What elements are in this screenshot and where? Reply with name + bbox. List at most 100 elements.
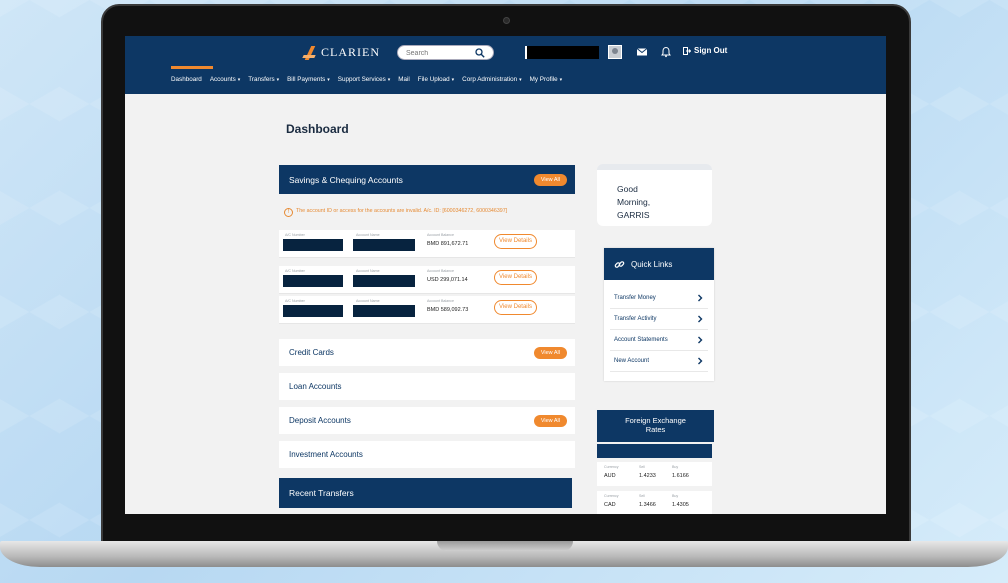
mail-icon[interactable]	[636, 46, 648, 58]
account-name-redacted	[353, 275, 415, 287]
deposit-accounts-card[interactable]: Deposit Accounts View All	[279, 407, 575, 434]
fx-buy-label: Buy	[672, 494, 679, 498]
fx-buy-label: Buy	[672, 465, 679, 469]
nav-active-indicator	[171, 66, 213, 69]
fx-rates-header: Foreign Exchange Rates	[597, 410, 714, 442]
chevron-right-icon	[698, 294, 703, 302]
page-title: Dashboard	[286, 122, 349, 136]
clarien-logo[interactable]: CLARIEN	[302, 45, 380, 60]
avatar[interactable]	[608, 45, 622, 59]
account-name-label: Account Name	[356, 299, 380, 303]
search-input[interactable]	[406, 48, 470, 58]
nav-transfers[interactable]: Transfers ▾	[248, 76, 279, 90]
greeting-text: Good Morning, GARRIS	[617, 183, 687, 222]
credit-cards-label: Credit Cards	[289, 348, 334, 357]
account-row: A/C Number Account Name Account Balance …	[279, 266, 575, 294]
view-details-button[interactable]: View Details	[494, 270, 537, 285]
account-balance-label: Account Balance	[427, 269, 454, 273]
fx-row: Currency Sell Buy CAD 1.3466 1.4305	[597, 491, 712, 514]
loan-accounts-label: Loan Accounts	[289, 382, 342, 391]
logo-text: CLARIEN	[321, 45, 380, 59]
sign-out-button[interactable]: Sign Out	[683, 46, 727, 55]
caret-down-icon: ▾	[276, 77, 280, 83]
greeting-line: Good	[617, 184, 638, 194]
credit-cards-view-all-button[interactable]: View All	[533, 346, 567, 359]
user-name-redacted	[525, 46, 599, 59]
quick-link-account-statements[interactable]: Account Statements	[610, 330, 708, 351]
ac-number-redacted	[283, 275, 343, 287]
account-name-redacted	[353, 239, 415, 251]
quick-link-label: Account Statements	[614, 337, 668, 343]
ac-number-label: A/C Number	[285, 299, 305, 303]
caret-down-icon: ▾	[327, 77, 330, 83]
ac-number-redacted	[283, 239, 343, 251]
investment-accounts-label: Investment Accounts	[289, 450, 363, 459]
nav-corp-administration[interactable]: Corp Administration ▾	[462, 76, 521, 90]
savings-accounts-title: Savings & Chequing Accounts	[289, 174, 403, 185]
quick-link-new-account[interactable]: New Account	[610, 351, 708, 372]
search-box[interactable]	[397, 45, 494, 60]
caret-down-icon: ▾	[559, 77, 563, 83]
laptop-notch	[437, 541, 573, 551]
app-screen: CLARIEN Sign Out	[125, 36, 886, 514]
fx-subheader	[597, 444, 712, 458]
quick-links-title: Quick Links	[631, 259, 673, 269]
ac-number-label: A/C Number	[285, 233, 305, 237]
account-balance: BMD 891,672.71	[427, 241, 469, 247]
nav-bill-payments[interactable]: Bill Payments ▾	[287, 76, 330, 90]
warning-text: The account ID or access for the account…	[296, 208, 508, 214]
investment-accounts-card[interactable]: Investment Accounts	[279, 441, 575, 468]
nav-my-profile[interactable]: My Profile ▾	[530, 76, 563, 90]
view-details-button[interactable]: View Details	[494, 234, 537, 249]
fx-sell-label: Sell	[639, 465, 645, 469]
ac-number-label: A/C Number	[285, 269, 305, 273]
chevron-right-icon	[698, 336, 703, 344]
main-nav: Dashboard Accounts ▾ Transfers ▾ Bill Paym…	[125, 76, 886, 90]
ac-number-redacted	[283, 305, 343, 317]
account-name-label: Account Name	[356, 269, 380, 273]
fx-sell-rate: 1.3466	[639, 502, 656, 508]
account-name-redacted	[353, 305, 415, 317]
deposit-view-all-button[interactable]: View All	[533, 414, 567, 427]
sign-out-icon	[683, 46, 691, 55]
caret-down-icon: ▾	[451, 77, 455, 83]
recent-transfers-header: Recent Transfers	[279, 478, 572, 508]
nav-support-services[interactable]: Support Services ▾	[338, 76, 390, 90]
fx-currency: AUD	[604, 473, 616, 479]
account-balance: BMD 589,092.73	[427, 307, 469, 313]
quick-link-transfer-money[interactable]: Transfer Money	[610, 288, 708, 309]
savings-view-all-button[interactable]: View All	[533, 173, 567, 186]
greeting-user-name: GARRIS	[617, 210, 650, 220]
chevron-right-icon	[698, 315, 703, 323]
warning-icon: !	[284, 208, 293, 217]
nav-accounts[interactable]: Accounts ▾	[210, 76, 240, 90]
webcam	[503, 17, 510, 24]
fx-buy-rate: 1.4305	[672, 502, 689, 508]
quick-links-header: Quick Links	[604, 248, 714, 280]
nav-mail[interactable]: Mail	[398, 76, 410, 90]
account-row: A/C Number Account Name Account Balance …	[279, 230, 575, 258]
search-icon[interactable]	[475, 48, 485, 58]
quick-link-transfer-activity[interactable]: Transfer Activity	[610, 309, 708, 330]
view-details-button[interactable]: View Details	[494, 300, 537, 315]
bell-icon[interactable]	[660, 46, 672, 58]
loan-accounts-card[interactable]: Loan Accounts	[279, 373, 575, 400]
nav-dashboard[interactable]: Dashboard	[171, 76, 202, 90]
credit-cards-card[interactable]: Credit Cards View All	[279, 339, 575, 366]
quick-links-panel: Quick Links Transfer Money Transfer Acti…	[604, 248, 714, 381]
deposit-accounts-label: Deposit Accounts	[289, 416, 351, 425]
caret-down-icon: ▾	[237, 77, 241, 83]
fx-row: Currency Sell Buy AUD 1.4233 1.6166	[597, 462, 712, 486]
fx-title-line: Foreign Exchange	[625, 416, 686, 425]
fx-currency: CAD	[604, 502, 616, 508]
fx-sell-rate: 1.4233	[639, 473, 656, 479]
greeting-card: Good Morning, GARRIS	[597, 164, 712, 226]
fx-title-line: Rates	[645, 425, 666, 434]
account-balance-label: Account Balance	[427, 299, 454, 303]
savings-accounts-header: Savings & Chequing Accounts View All	[279, 165, 575, 194]
quick-link-label: Transfer Activity	[614, 316, 657, 322]
recent-transfers-title: Recent Transfers	[289, 488, 354, 498]
nav-file-upload[interactable]: File Upload ▾	[418, 76, 454, 90]
account-warning: ! The account ID or access for the accou…	[284, 208, 574, 217]
chevron-right-icon	[698, 357, 703, 365]
